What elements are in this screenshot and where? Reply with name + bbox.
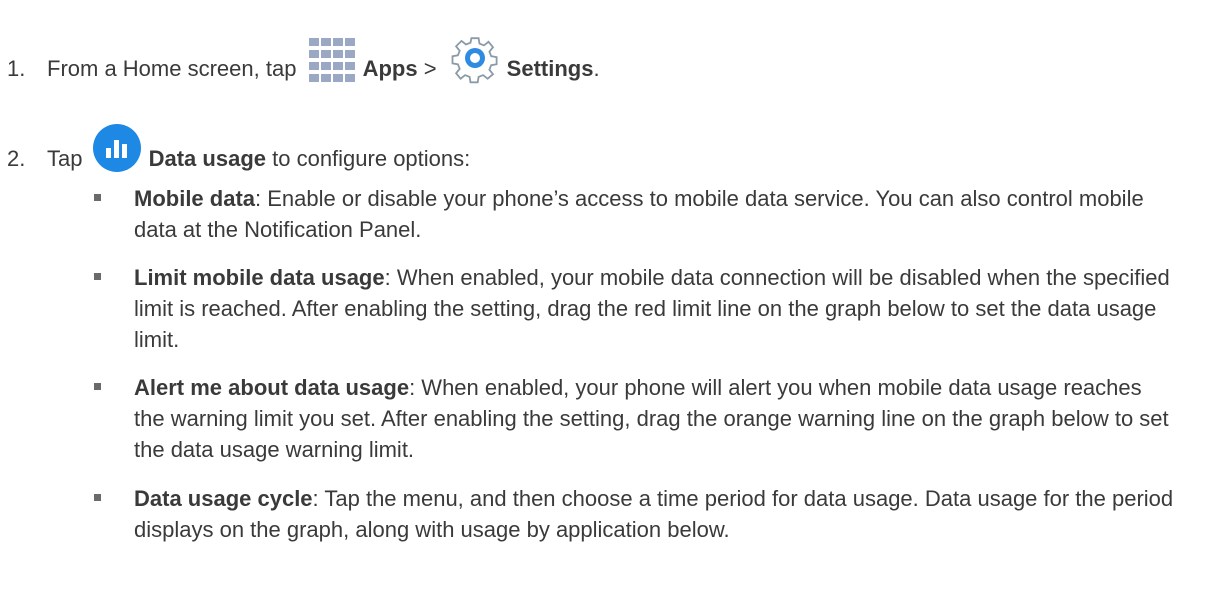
option-term: Alert me about data usage <box>134 375 410 400</box>
document-page: 1. From a Home screen, tap Apps > Settin… <box>0 0 1215 611</box>
option-description: : Enable or disable your phone’s access … <box>134 186 1144 242</box>
list-item: Limit mobile data usage: When enabled, y… <box>94 262 1174 355</box>
list-item: Data usage cycle: Tap the menu, and then… <box>94 483 1174 545</box>
bullet-marker <box>94 494 101 501</box>
data-usage-label: Data usage <box>148 146 266 171</box>
bullet-marker <box>94 383 101 390</box>
separator: > <box>423 56 437 81</box>
option-term: Data usage cycle <box>134 486 313 511</box>
step-1: 1. From a Home screen, tap Apps > Settin… <box>7 32 600 84</box>
step-end: . <box>593 56 600 81</box>
step-2: 2. Tap Data usage to configure options: <box>7 122 470 174</box>
settings-gear-icon <box>447 32 503 84</box>
option-term: Mobile data <box>134 186 256 211</box>
data-usage-icon <box>91 122 143 174</box>
apps-label: Apps <box>362 56 418 81</box>
step-text: From a Home screen, tap <box>47 56 297 81</box>
step-text-after: to configure options: <box>272 146 471 171</box>
bullet-marker <box>94 194 101 201</box>
step-text: Tap <box>47 146 83 171</box>
step-number: 1. <box>7 56 26 81</box>
apps-grid-icon <box>305 38 360 84</box>
settings-label: Settings <box>506 56 594 81</box>
step-number: 2. <box>7 146 26 171</box>
option-term: Limit mobile data usage <box>134 265 385 290</box>
list-item: Mobile data: Enable or disable your phon… <box>94 183 1174 245</box>
bullet-marker <box>94 273 101 280</box>
list-item: Alert me about data usage: When enabled,… <box>94 372 1174 465</box>
